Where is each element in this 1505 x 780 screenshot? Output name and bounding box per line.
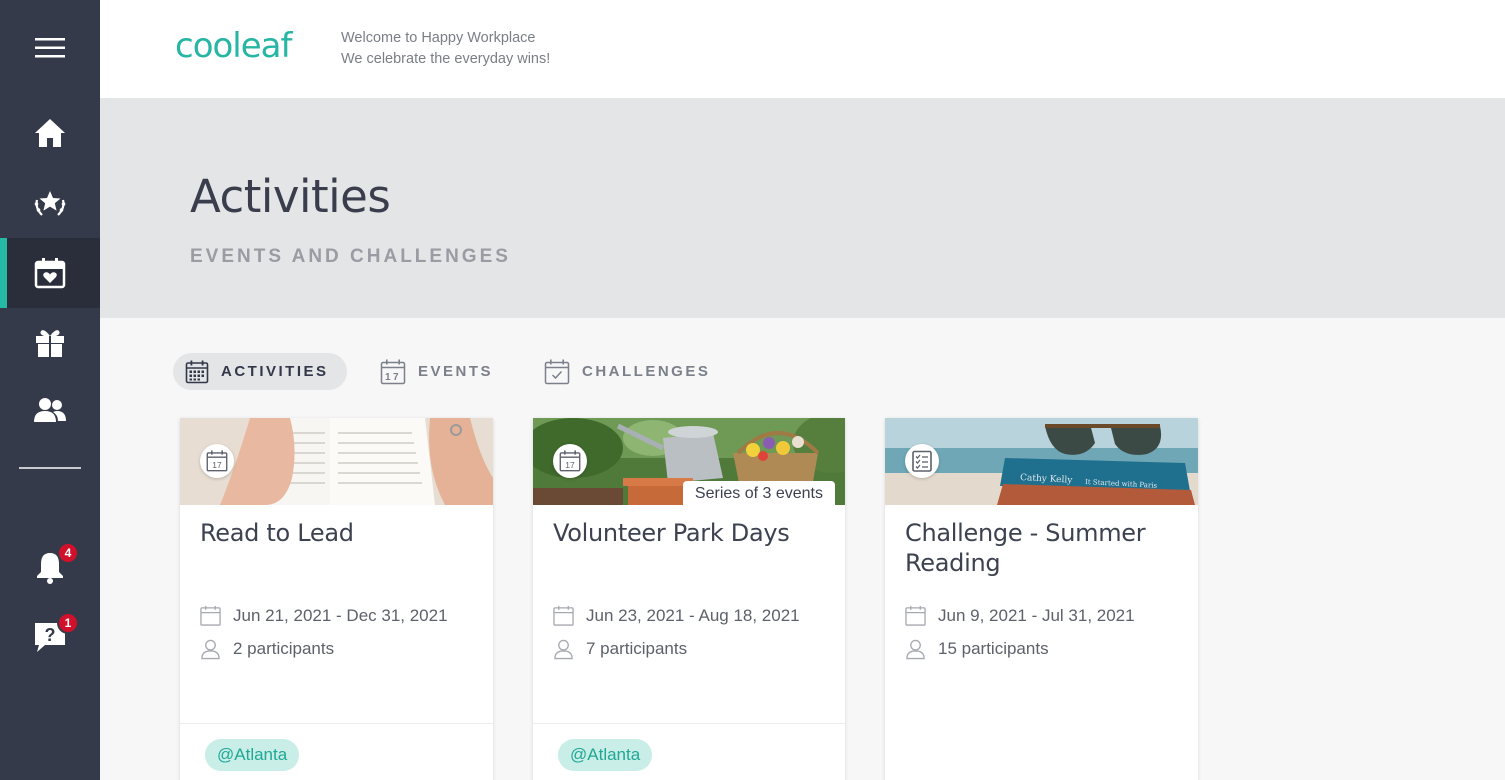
card-participants-text: 7 participants — [586, 639, 688, 658]
event-type-badge: 17 — [200, 444, 234, 478]
notification-count-badge: 4 — [57, 542, 79, 564]
sidebar-item-rewards[interactable] — [0, 308, 100, 378]
calendar-heart-icon — [34, 258, 66, 289]
tab-activities-label: ACTIVITIES — [221, 363, 329, 380]
card-title[interactable]: Challenge - Summer Reading — [905, 518, 1180, 578]
welcome-line-2: We celebrate the everyday wins! — [341, 51, 551, 67]
svg-text:17: 17 — [565, 460, 575, 470]
calendar-grid-icon — [185, 360, 209, 383]
calendar-outline-icon — [553, 605, 574, 626]
card-dates-text: Jun 9, 2021 - Jul 31, 2021 — [938, 605, 1135, 625]
sidebar-item-notifications[interactable]: 4 — [0, 532, 100, 602]
calendar-outline-icon — [905, 605, 926, 626]
page-subtitle: EVENTS AND CHALLENGES — [190, 246, 511, 267]
sidebar-item-recognition[interactable] — [0, 168, 100, 238]
person-outline-icon — [906, 639, 925, 660]
svg-text:17: 17 — [385, 372, 401, 383]
sidebar-item-help[interactable]: ? 1 — [0, 602, 100, 672]
sidebar-item-home[interactable] — [0, 98, 100, 168]
card-image-reading: 17 — [180, 418, 493, 505]
sidebar-item-activities[interactable] — [0, 238, 100, 308]
person-outline-icon — [201, 639, 220, 660]
cooleaf-logo[interactable]: cooleaf — [175, 26, 292, 66]
location-tag[interactable]: @Atlanta — [558, 739, 653, 771]
card-participants: 15 participants — [905, 638, 1049, 660]
svg-text:?: ? — [45, 625, 56, 645]
card-image-garden: 17 Series of 3 events — [533, 418, 845, 505]
card-title[interactable]: Read to Lead — [200, 518, 475, 548]
svg-text:17: 17 — [212, 460, 222, 470]
checklist-icon — [912, 450, 932, 472]
sidebar-item-people[interactable] — [0, 375, 100, 445]
card-dates: Jun 9, 2021 - Jul 31, 2021 — [905, 605, 1135, 626]
sidebar: 4 ? 1 — [0, 0, 100, 780]
challenge-type-badge — [905, 444, 939, 478]
card-dates: Jun 23, 2021 - Aug 18, 2021 — [553, 605, 800, 626]
tab-challenges-label: CHALLENGES — [582, 363, 711, 380]
activity-card-read-to-lead[interactable]: 17 Read to Lead Jun 21, 2021 - Dec 31, 2… — [180, 418, 493, 780]
activity-card-volunteer-park-days[interactable]: 17 Series of 3 events Volunteer Park Day… — [533, 418, 845, 780]
card-title[interactable]: Volunteer Park Days — [553, 518, 828, 548]
hamburger-icon — [35, 38, 65, 58]
card-participants: 2 participants — [200, 638, 334, 660]
top-bar: cooleaf Welcome to Happy Workplace We ce… — [100, 0, 1505, 98]
tab-events-label: EVENTS — [418, 363, 494, 380]
calendar-17-icon: 17 — [559, 450, 581, 472]
sidebar-divider — [19, 467, 81, 469]
location-tag[interactable]: @Atlanta — [205, 739, 300, 771]
users-icon — [34, 398, 66, 422]
card-participants-text: 15 participants — [938, 639, 1049, 658]
page-header: Activities EVENTS AND CHALLENGES — [100, 98, 1505, 318]
page-title: Activities — [190, 170, 391, 223]
card-dates-text: Jun 23, 2021 - Aug 18, 2021 — [586, 605, 800, 625]
tab-challenges[interactable]: CHALLENGES — [532, 353, 728, 390]
calendar-17-icon: 17 — [380, 359, 406, 384]
menu-button[interactable] — [0, 13, 100, 83]
card-participants-text: 2 participants — [233, 639, 335, 658]
card-image-books-sunglasses: Cathy Kelly It Started with Paris — [885, 418, 1198, 505]
tab-events[interactable]: 17 EVENTS — [368, 353, 511, 390]
home-icon — [35, 119, 65, 147]
card-dates-text: Jun 21, 2021 - Dec 31, 2021 — [233, 605, 448, 625]
event-type-badge: 17 — [553, 444, 587, 478]
series-label: Series of 3 events — [682, 481, 835, 505]
help-count-badge: 1 — [57, 612, 79, 634]
calendar-outline-icon — [200, 605, 221, 626]
welcome-line-1: Welcome to Happy Workplace — [341, 30, 536, 46]
card-divider — [533, 723, 845, 724]
card-dates: Jun 21, 2021 - Dec 31, 2021 — [200, 605, 448, 626]
card-participants: 7 participants — [553, 638, 687, 660]
welcome-message: Welcome to Happy Workplace We celebrate … — [341, 28, 550, 70]
gift-icon — [36, 330, 64, 357]
person-outline-icon — [554, 639, 573, 660]
tab-activities[interactable]: ACTIVITIES — [173, 353, 347, 390]
calendar-17-icon: 17 — [206, 450, 228, 472]
activity-card-summer-reading[interactable]: Cathy Kelly It Started with Paris Challe… — [885, 418, 1198, 780]
card-divider — [180, 723, 493, 724]
calendar-check-icon — [544, 359, 570, 384]
star-laurel-icon — [34, 191, 66, 216]
